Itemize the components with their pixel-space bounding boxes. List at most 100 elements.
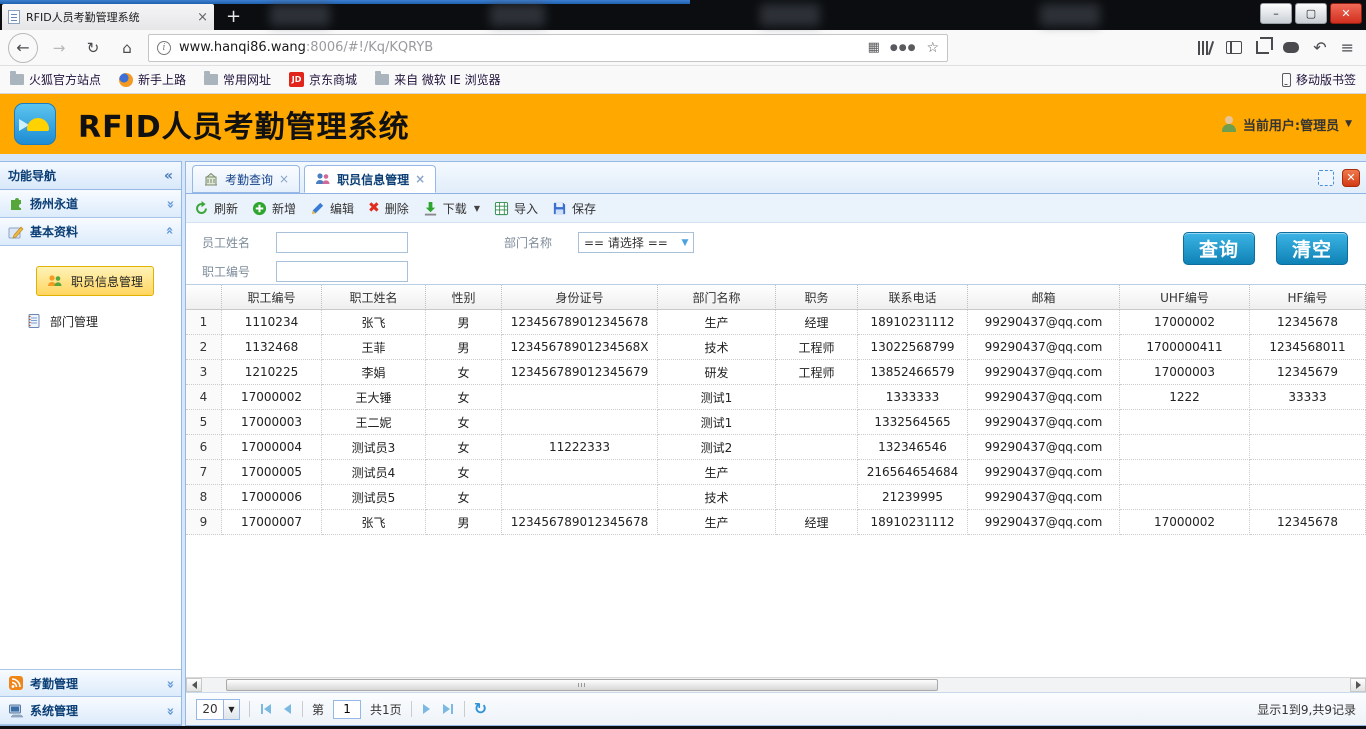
mobile-bookmarks[interactable]: 移动版书签 <box>1282 71 1356 88</box>
tab-employee-info[interactable]: 职员信息管理 × <box>304 165 436 193</box>
save-button[interactable]: 保存 <box>552 200 596 217</box>
page-size-dropdown-icon[interactable]: ▼ <box>223 700 239 719</box>
table-cell: 1132468 <box>222 335 322 360</box>
import-button[interactable]: 导入 <box>494 200 538 217</box>
site-info-icon[interactable]: i <box>157 41 171 55</box>
sidebars-icon[interactable] <box>1226 41 1242 54</box>
table-cell: 17000004 <box>222 435 322 460</box>
table-row[interactable]: 21132468王菲男12345678901234568X技术工程师130225… <box>186 335 1366 360</box>
delete-button[interactable]: ✖ 删除 <box>368 200 409 217</box>
table-cell: 99290437@qq.com <box>968 410 1120 435</box>
bookmark-label: 常用网址 <box>223 71 271 88</box>
prev-page-button[interactable] <box>282 702 293 716</box>
content-panel: 考勤查询 × 职员信息管理 × ✕ 刷新 <box>185 161 1366 726</box>
forward-icon[interactable]: → <box>46 35 72 61</box>
page-actions-icon[interactable]: ●●● <box>890 43 917 53</box>
next-page-button[interactable] <box>421 702 432 716</box>
page-size-select[interactable]: 20 ▼ <box>196 699 240 720</box>
bookmark-jd[interactable]: JD 京东商城 <box>289 71 357 88</box>
column-header[interactable]: 部门名称 <box>658 285 776 310</box>
qr-code-icon[interactable]: ▦ <box>868 40 880 55</box>
column-header[interactable]: HF编号 <box>1250 285 1366 310</box>
library-icon[interactable] <box>1198 41 1212 55</box>
column-header[interactable]: 联系电话 <box>858 285 968 310</box>
page-number-input[interactable] <box>333 700 361 719</box>
edit-button[interactable]: 编辑 <box>310 200 354 217</box>
column-header[interactable]: 身份证号 <box>502 285 658 310</box>
scroll-left-button[interactable] <box>186 678 202 692</box>
sidebar-group-system[interactable]: 系统管理 » <box>0 697 181 725</box>
table-row[interactable]: 517000003王二妮女测试1133256456599290437@qq.co… <box>186 410 1366 435</box>
table-row[interactable]: 31210225李娟女123456789012345679研发工程师138524… <box>186 360 1366 385</box>
employee-id-input[interactable] <box>276 261 408 282</box>
user-dropdown-icon: ▼ <box>1345 119 1352 129</box>
home-icon[interactable]: ⌂ <box>114 35 140 61</box>
url-host: www.hanqi86.wang <box>179 40 306 55</box>
sidebar-item-department[interactable]: 部门管理 <box>26 306 181 336</box>
sidebar-group-yangzhou[interactable]: 扬州永道 » <box>0 190 181 218</box>
department-select[interactable]: == 请选择 == ▼ <box>578 232 694 253</box>
bookmark-common-sites[interactable]: 常用网址 <box>204 71 271 88</box>
browser-tab[interactable]: RFID人员考勤管理系统 × <box>2 4 214 30</box>
table-row[interactable]: 917000007张飞男123456789012345678生产经理189102… <box>186 510 1366 535</box>
table-row[interactable]: 617000004测试员3女11222333测试2132346546992904… <box>186 435 1366 460</box>
column-header[interactable]: 职工编号 <box>222 285 322 310</box>
table-cell: 12345678901234568X <box>502 335 658 360</box>
minimize-button[interactable]: – <box>1260 3 1292 24</box>
column-header[interactable]: 性别 <box>426 285 502 310</box>
employee-name-input[interactable] <box>276 232 408 253</box>
column-header[interactable]: 邮箱 <box>968 285 1120 310</box>
bookmark-getting-started[interactable]: 新手上路 <box>119 71 186 88</box>
tab-close-icon[interactable]: × <box>197 11 208 24</box>
download-button[interactable]: 下载 ▼ <box>423 200 480 217</box>
app-title: RFID人员考勤管理系统 <box>78 102 410 146</box>
bookmark-star-icon[interactable]: ☆ <box>926 40 939 56</box>
table-cell <box>502 485 658 510</box>
sidebar-item-employee-info[interactable]: 职员信息管理 <box>36 266 154 296</box>
scroll-right-button[interactable] <box>1350 678 1366 692</box>
sidebar-collapse-icon[interactable]: « <box>164 168 173 184</box>
table-cell: 经理 <box>776 310 858 335</box>
new-tab-button[interactable]: + <box>214 4 253 30</box>
maximize-panel-icon[interactable] <box>1318 170 1334 186</box>
scrollbar-track[interactable] <box>202 678 1350 692</box>
horizontal-scrollbar[interactable] <box>186 677 1366 692</box>
clear-button[interactable]: 清空 <box>1276 232 1348 265</box>
undo-icon[interactable]: ↶ <box>1313 38 1326 57</box>
sidebar-group-attendance[interactable]: 考勤管理 » <box>0 669 181 697</box>
column-header[interactable]: 职务 <box>776 285 858 310</box>
current-user-menu[interactable]: 当前用户:管理员 ▼ <box>1221 115 1352 134</box>
first-page-button[interactable] <box>259 702 273 716</box>
maximize-button[interactable]: ▢ <box>1295 3 1327 24</box>
table-cell: 生产 <box>658 310 776 335</box>
scrollbar-thumb[interactable] <box>226 679 938 691</box>
table-row[interactable]: 717000005测试员4女生产21656465468499290437@qq.… <box>186 460 1366 485</box>
sidebar-group-basic-data[interactable]: 基本资料 » <box>0 218 181 246</box>
screenshot-icon[interactable] <box>1256 41 1269 54</box>
bookmark-from-ie[interactable]: 来自 微软 IE 浏览器 <box>375 71 501 88</box>
last-page-button[interactable] <box>441 702 455 716</box>
reload-icon[interactable]: ↻ <box>80 35 106 61</box>
refresh-button[interactable]: 刷新 <box>194 200 238 217</box>
tab-close-icon[interactable]: × <box>279 172 289 186</box>
column-header[interactable]: 职工姓名 <box>322 285 426 310</box>
back-icon[interactable]: ← <box>8 33 38 63</box>
table-row[interactable]: 11110234张飞男123456789012345678生产经理1891023… <box>186 310 1366 335</box>
query-button[interactable]: 查询 <box>1183 232 1255 265</box>
pager-refresh-icon[interactable]: ↻ <box>474 701 487 717</box>
table-row[interactable]: 817000006测试员5女技术2123999599290437@qq.com <box>186 485 1366 510</box>
chat-icon[interactable] <box>1283 42 1299 53</box>
bookmark-firefox-official[interactable]: 火狐官方站点 <box>10 71 101 88</box>
pager-separator <box>464 701 465 717</box>
url-bar[interactable]: i www.hanqi86.wang:8006/#!/Kq/KQRYB ▦ ●●… <box>148 34 948 62</box>
add-button[interactable]: 新增 <box>252 200 296 217</box>
close-panel-icon[interactable]: ✕ <box>1342 169 1360 187</box>
menu-icon[interactable]: ≡ <box>1341 38 1354 57</box>
folder-icon <box>375 74 389 85</box>
close-window-button[interactable]: ✕ <box>1330 3 1362 24</box>
column-header[interactable]: UHF编号 <box>1120 285 1250 310</box>
sidebar-group-label: 考勤管理 <box>30 675 78 692</box>
table-row[interactable]: 417000002王大锤女测试1133333399290437@qq.com12… <box>186 385 1366 410</box>
tab-close-icon[interactable]: × <box>415 172 425 186</box>
tab-attendance-query[interactable]: 考勤查询 × <box>192 165 300 193</box>
